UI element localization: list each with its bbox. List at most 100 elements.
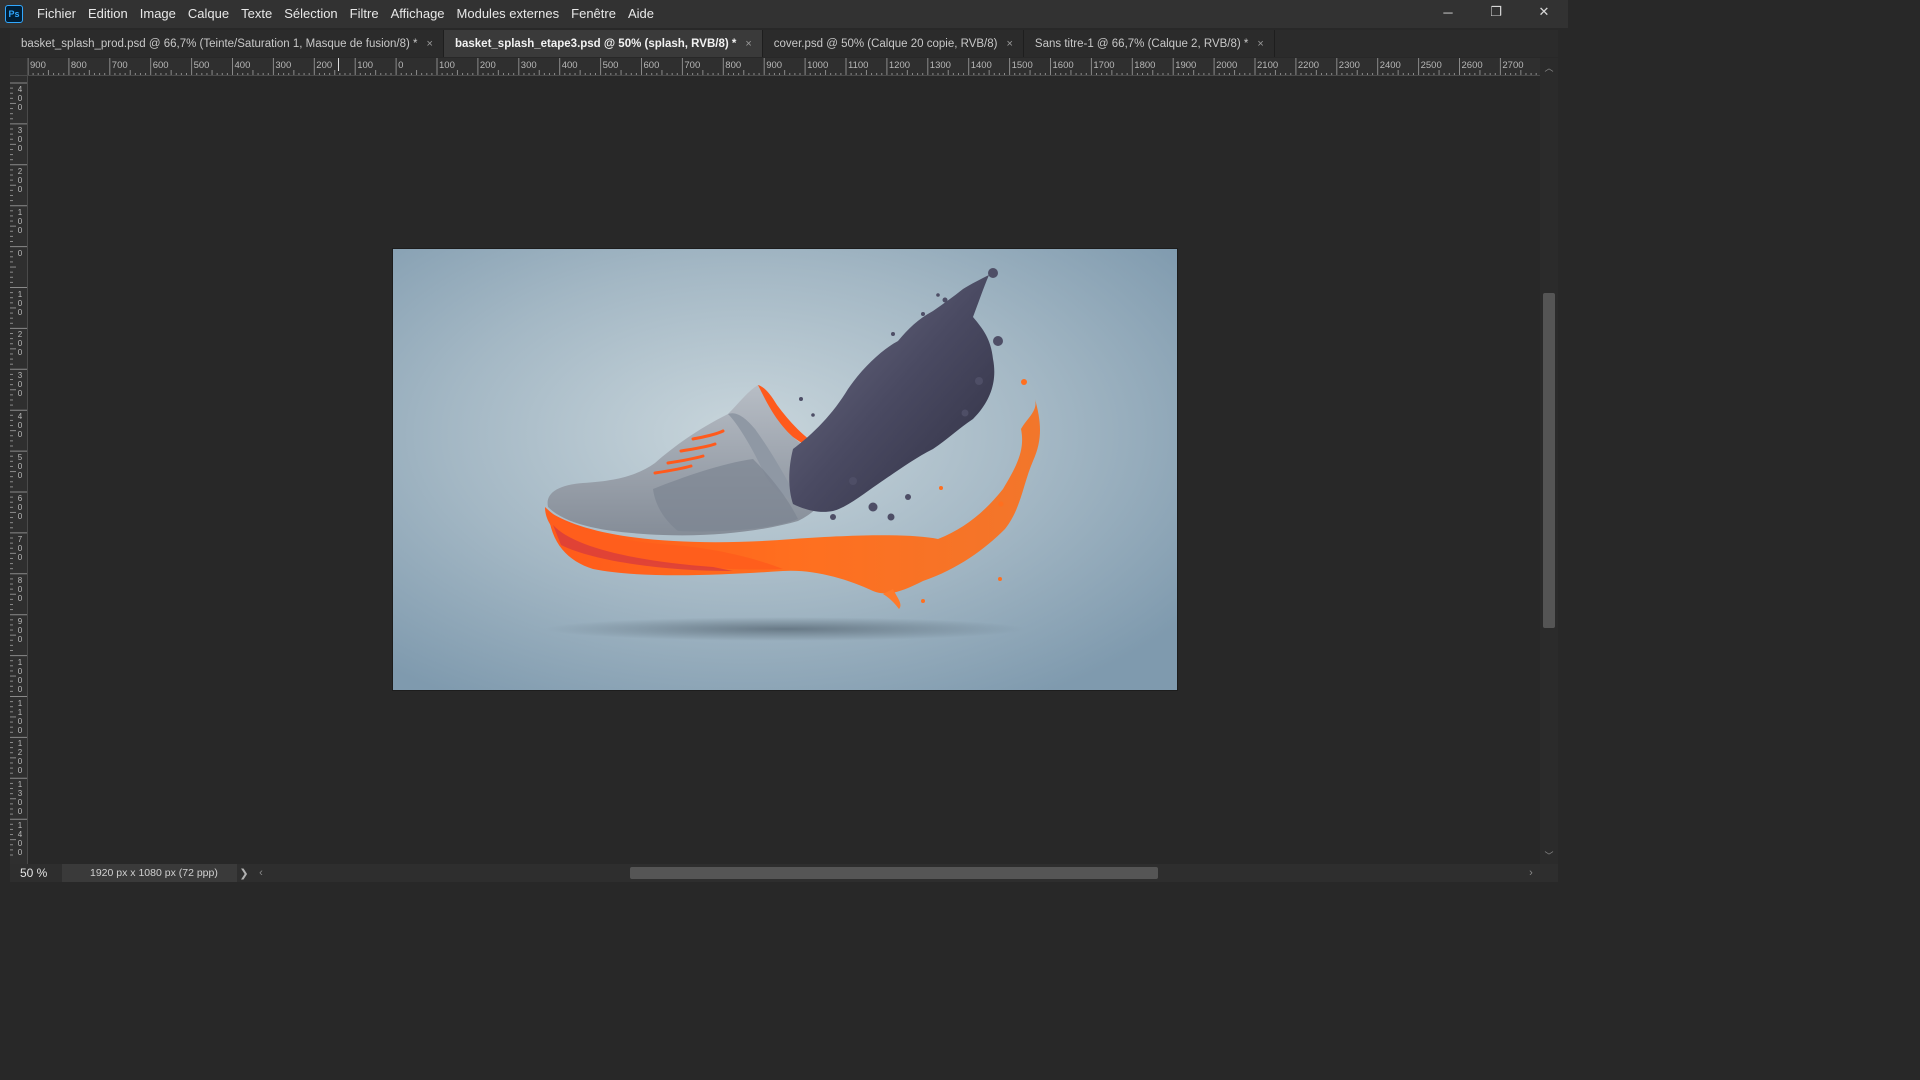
ruler-v-label: 1100 [17,698,23,735]
ruler-h-label: 1500 [1011,60,1033,71]
status-bar: 50 % 1920 px x 1080 px (72 ppp) ❯ ‹ › [10,864,1558,882]
zoom-level-field[interactable]: 50 % [10,864,60,882]
scroll-down-icon[interactable]: ﹀ [1540,848,1558,862]
close-window-button[interactable]: ✕ [1520,0,1568,24]
vertical-ruler[interactable]: 400 300 200 100 0 100 200 300 400 500 600 700 800 900… [10,76,28,864]
horizontal-scrollbar[interactable]: ‹ › [255,864,1540,882]
vertical-scroll-thumb[interactable] [1543,293,1555,628]
scroll-left-icon[interactable]: ‹ [255,864,267,882]
menu-aide[interactable]: Aide [622,0,660,28]
ruler-h-label: 200 [479,60,496,71]
ruler-corner[interactable] [10,58,28,76]
menu-selection[interactable]: Sélection [278,0,343,28]
horizontal-ruler[interactable]: 900 800 700 600 500 400 300 200 100 0 100 200 300 400… [28,58,1540,76]
ruler-h-label: 500 [602,60,619,71]
ruler-h-label: 2200 [1297,60,1320,71]
ruler-v-label: 1300 [17,780,23,817]
ruler-v-label: 200 [17,166,23,194]
restore-button[interactable]: ❐ [1472,0,1520,24]
menu-image[interactable]: Image [134,0,182,28]
ruler-v-label: 600 [17,494,23,521]
ruler-v-label: 400 [17,412,23,440]
ruler-h-label: 2700 [1502,60,1524,71]
ruler-h-label: 1400 [970,60,992,71]
ruler-h-label: 2000 [1216,60,1238,71]
ruler-v-label: 0 [17,248,23,258]
ruler-v-label: 500 [17,453,23,481]
ruler-h-label: 1200 [888,60,911,71]
status-menu-arrow-icon[interactable]: ❯ [237,867,251,880]
orange-droplet [998,501,1004,507]
orange-droplet [939,486,943,490]
tab-basket-splash-prod[interactable]: basket_splash_prod.psd @ 66,7% (Teinte/S… [10,30,444,57]
ruler-h-label: 1900 [1175,60,1197,71]
ruler-v-label: 1200 [17,739,23,776]
ruler-v-label: 700 [17,534,23,562]
ruler-h-label: 400 [234,60,251,71]
menu-fichier[interactable]: Fichier [31,0,82,28]
ruler-v-label: 300 [17,125,23,153]
ruler-h-label: 100 [439,60,455,71]
cursor-position-marker [338,58,339,71]
ruler-h-label: 300 [275,60,292,71]
ruler-h-label: 800 [70,60,87,71]
ruler-h-label: 100 [357,60,374,71]
ruler-h-label: 2300 [1338,60,1360,71]
menu-filtre[interactable]: Filtre [344,0,385,28]
ruler-h-label: 1600 [1052,60,1074,71]
ruler-h-label: 700 [684,60,701,71]
document-tabs: basket_splash_prod.psd @ 66,7% (Teinte/S… [10,30,1558,57]
scroll-up-icon[interactable]: ︿ [1540,60,1558,74]
document-canvas[interactable] [393,249,1177,690]
ruler-h-label: 1300 [929,60,951,71]
menu-bar: Ps Fichier Edition Image Calque Texte Sé… [0,0,1568,28]
ruler-h-label: 1100 [848,60,869,71]
tab-sans-titre-1[interactable]: Sans titre-1 @ 66,7% (Calque 2, RVB/8) *… [1023,30,1275,57]
ruler-h-label: 1800 [1134,60,1156,71]
tab-close-icon[interactable]: × [1006,38,1012,50]
ruler-v-label: 400 [17,85,23,112]
menu-texte[interactable]: Texte [235,0,278,28]
ruler-h-label: 900 [766,60,783,71]
ruler-v-label: 300 [17,371,23,399]
ruler-h-label: 1000 [807,60,829,71]
tab-cover[interactable]: cover.psd @ 50% (Calque 20 copie, RVB/8)… [762,30,1024,57]
menu-edition[interactable]: Edition [82,0,134,28]
ruler-h-label: 900 [30,60,46,71]
ruler-v-label: 1400 [17,821,23,858]
ruler-v-label: 800 [17,575,23,603]
shoe-shadow [545,617,1025,641]
menu-calque[interactable]: Calque [182,0,235,28]
tab-label: basket_splash_etape3.psd @ 50% (splash, … [454,37,737,50]
sneaker-splash-artwork [393,249,1177,690]
document-info[interactable]: 1920 px x 1080 px (72 ppp) [62,864,237,882]
menu-modules-externes[interactable]: Modules externes [451,0,566,28]
tab-basket-splash-etape3[interactable]: basket_splash_etape3.psd @ 50% (splash, … [443,30,763,57]
ruler-v-label: 1000 [17,657,23,694]
tab-close-icon[interactable]: × [427,38,433,50]
photoshop-logo-icon[interactable]: Ps [5,5,23,23]
ruler-h-label: 0 [398,60,404,71]
ruler-h-label: 600 [643,60,660,71]
tab-label: cover.psd @ 50% (Calque 20 copie, RVB/8) [773,37,998,50]
tab-close-icon[interactable]: × [1257,38,1263,50]
orange-droplet [998,577,1002,581]
ruler-h-label: 400 [561,60,578,71]
window-controls: ─ ❐ ✕ [1424,0,1568,28]
scroll-right-icon[interactable]: › [1525,864,1537,882]
orange-droplet [921,599,925,603]
minimize-button[interactable]: ─ [1424,0,1472,24]
ruler-h-label: 2400 [1379,60,1401,71]
ruler-v-label: 900 [17,616,23,644]
horizontal-scroll-thumb[interactable] [630,867,1158,879]
ruler-h-label: 2500 [1420,60,1442,71]
vertical-scrollbar[interactable]: ︿ ﹀ [1540,58,1558,864]
orange-droplet [1021,379,1027,385]
ruler-v-label: 100 [17,289,23,317]
menu-items: Fichier Edition Image Calque Texte Sélec… [31,0,660,28]
menu-fenetre[interactable]: Fenêtre [565,0,622,28]
canvas-workspace[interactable] [28,76,1540,864]
menu-affichage[interactable]: Affichage [385,0,451,28]
ruler-h-label: 500 [193,60,210,71]
tab-close-icon[interactable]: × [745,38,751,50]
